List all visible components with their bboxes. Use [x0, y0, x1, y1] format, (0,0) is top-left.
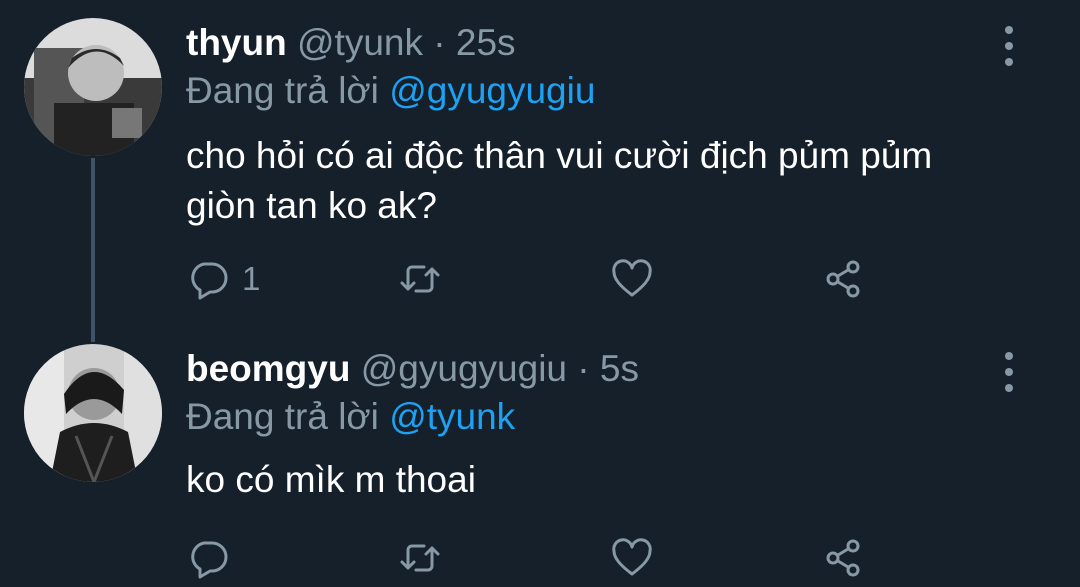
retweet-icon: [400, 544, 440, 572]
heart-icon: [612, 259, 652, 297]
thread-line: [91, 158, 95, 342]
action-bar: [186, 536, 886, 580]
separator: ·: [433, 22, 446, 63]
share-icon: [826, 260, 860, 298]
share-button[interactable]: [822, 257, 866, 301]
more-vertical-icon[interactable]: [998, 352, 1020, 392]
tweet-text-line: cho hỏi có ai độc thân vui cười địch pủm…: [186, 135, 933, 176]
tweet-2[interactable]: beomgyu @gyugyugiu · 5s Đang trả lời @ty…: [0, 340, 1080, 587]
mention-link[interactable]: @tyunk: [389, 396, 515, 437]
retweet-button[interactable]: [398, 257, 442, 301]
share-button[interactable]: [822, 536, 866, 580]
reply-icon: [191, 541, 228, 579]
tweet-1[interactable]: thyun @tyunk · 25s Đang trả lời @gyugyug…: [0, 0, 1080, 342]
replying-to-label: Đang trả lời: [186, 70, 379, 111]
tweet-text: cho hỏi có ai độc thân vui cười địch pủm…: [186, 131, 1026, 231]
replying-to: Đang trả lời @tyunk: [186, 396, 515, 438]
tweet-header: beomgyu @gyugyugiu · 5s: [186, 348, 639, 390]
more-vertical-icon[interactable]: [998, 26, 1020, 66]
action-bar: 1: [186, 257, 886, 301]
like-button[interactable]: [610, 536, 654, 580]
timestamp[interactable]: 25s: [456, 22, 516, 63]
heart-icon: [612, 538, 652, 576]
tweet-text-line: ko có mìk m thoai: [186, 459, 476, 500]
avatar[interactable]: [24, 18, 162, 156]
share-icon: [826, 539, 860, 577]
retweet-icon: [400, 265, 440, 293]
username[interactable]: @gyugyugiu: [361, 348, 567, 389]
reply-button[interactable]: [186, 536, 242, 580]
avatar[interactable]: [24, 344, 162, 482]
reply-count: 1: [242, 260, 261, 297]
like-button[interactable]: [610, 257, 654, 301]
timestamp[interactable]: 5s: [600, 348, 639, 389]
separator: ·: [577, 348, 590, 389]
display-name[interactable]: beomgyu: [186, 348, 350, 389]
reply-icon: [191, 262, 228, 300]
mention-link[interactable]: @gyugyugiu: [389, 70, 595, 111]
tweet-text-line: giòn tan ko ak?: [186, 185, 437, 226]
reply-button[interactable]: 1: [186, 257, 260, 301]
retweet-button[interactable]: [398, 536, 442, 580]
display-name[interactable]: thyun: [186, 22, 287, 63]
tweet-text: ko có mìk m thoai: [186, 455, 1026, 505]
replying-to: Đang trả lời @gyugyugiu: [186, 70, 595, 112]
tweet-header: thyun @tyunk · 25s: [186, 22, 516, 64]
replying-to-label: Đang trả lời: [186, 396, 379, 437]
username[interactable]: @tyunk: [297, 22, 423, 63]
